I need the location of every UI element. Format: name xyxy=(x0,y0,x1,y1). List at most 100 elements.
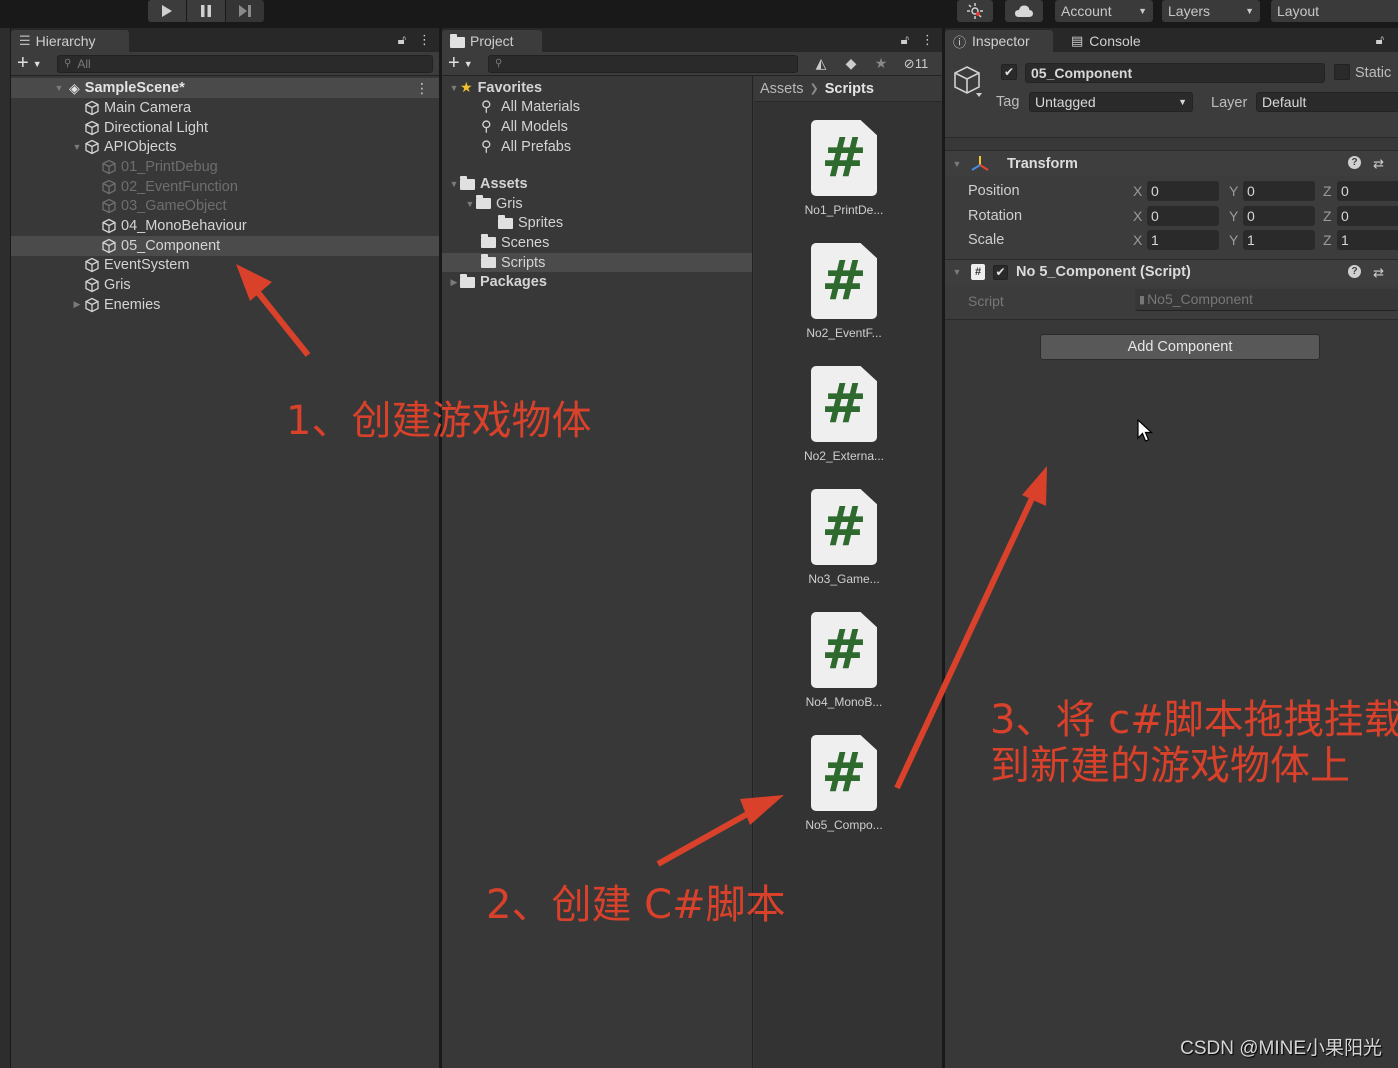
hierarchy-item[interactable]: Main Camera xyxy=(11,98,439,118)
script-asset[interactable]: # No2_Externa... xyxy=(789,366,899,463)
scene-row[interactable]: ▼ ◈ SampleScene* ⋮ xyxy=(11,78,439,98)
step-button[interactable] xyxy=(226,0,264,22)
breadcrumb-item[interactable]: Assets xyxy=(760,81,804,97)
transform-header[interactable]: ▼ Transform ? ⇄ xyxy=(945,150,1398,176)
transform-x-field[interactable]: 1 xyxy=(1147,230,1219,250)
hierarchy-item[interactable]: 02_EventFunction xyxy=(11,177,439,197)
lock-icon[interactable]: 🔓︎ xyxy=(398,32,406,48)
hierarchy-item-label: 03_GameObject xyxy=(121,198,227,215)
transform-y-field[interactable]: 0 xyxy=(1243,205,1315,226)
axis-label-z[interactable]: Z xyxy=(1323,232,1332,248)
foldout-expanded-icon[interactable]: ▼ xyxy=(53,83,65,93)
lock-icon[interactable]: 🔓︎ xyxy=(901,32,909,48)
create-button[interactable]: + ▼ xyxy=(17,52,57,75)
hierarchy-item[interactable]: 04_MonoBehaviour xyxy=(11,216,439,236)
static-checkbox[interactable] xyxy=(1334,64,1350,80)
tag-dropdown[interactable]: Untagged ▼ xyxy=(1029,92,1193,112)
hierarchy-item[interactable]: ▶ Enemies xyxy=(11,295,439,315)
script-asset[interactable]: # No1_PrintDe... xyxy=(789,120,899,217)
assets-folder-row[interactable]: ▼ Assets xyxy=(442,174,752,194)
hierarchy-item[interactable]: 05_Component xyxy=(11,235,439,256)
script-asset[interactable]: # No5_Compo... xyxy=(789,735,899,832)
hierarchy-item[interactable]: 03_GameObject xyxy=(11,196,439,216)
foldout-collapsed-icon[interactable]: ▶ xyxy=(71,299,83,310)
kebab-menu-icon[interactable]: ⋮ xyxy=(415,80,429,97)
transform-y-field[interactable]: 1 xyxy=(1243,230,1315,250)
tab-console[interactable]: ▤ Console xyxy=(1063,30,1163,52)
gris-folder-row[interactable]: ▼ Gris xyxy=(442,194,752,214)
layers-dropdown[interactable]: Layers ▼ xyxy=(1162,0,1260,22)
play-button[interactable] xyxy=(148,0,186,22)
hierarchy-item[interactable]: Directional Light xyxy=(11,118,439,138)
foldout-expanded-icon[interactable]: ▼ xyxy=(448,83,460,93)
tab-hierarchy[interactable]: ☰ Hierarchy xyxy=(11,30,129,52)
kebab-menu-icon[interactable]: ⋮ xyxy=(921,32,934,48)
scripts-folder-row[interactable]: Scripts xyxy=(442,252,752,273)
foldout-expanded-icon[interactable]: ▼ xyxy=(951,267,963,277)
foldout-expanded-icon[interactable]: ▼ xyxy=(71,142,83,152)
account-dropdown[interactable]: Account ▼ xyxy=(1055,0,1153,22)
hierarchy-item[interactable]: Gris xyxy=(11,275,439,295)
preset-settings-icon[interactable]: ⇄ xyxy=(1373,156,1384,172)
favorite-search-item[interactable]: ⚲ All Prefabs xyxy=(442,137,752,157)
script-asset[interactable]: # No4_MonoB... xyxy=(789,612,899,709)
add-component-button[interactable]: Add Component xyxy=(1040,333,1320,360)
help-icon[interactable]: ? xyxy=(1348,264,1362,278)
script-asset[interactable]: # No3_Game... xyxy=(789,489,899,586)
hierarchy-item[interactable]: EventSystem xyxy=(11,256,439,276)
hierarchy-item[interactable]: ▼ APIObjects xyxy=(11,137,439,157)
component-enabled-checkbox[interactable]: ✔ xyxy=(993,264,1008,280)
transform-z-field[interactable]: 1 xyxy=(1337,230,1398,250)
script-component-header[interactable]: ▼ # ✔ No 5_Component (Script) ? ⇄ xyxy=(945,258,1398,285)
object-name-input[interactable]: 05_Component xyxy=(1025,63,1325,83)
lock-icon[interactable]: 🔓︎ xyxy=(1376,32,1384,48)
breadcrumb-current[interactable]: Scripts xyxy=(825,81,874,97)
filter-by-type-icon[interactable]: ◭ xyxy=(806,55,836,72)
preset-settings-icon[interactable]: ⇄ xyxy=(1373,265,1384,281)
gameobject-cube-icon xyxy=(100,159,118,175)
transform-z-field[interactable]: 0 xyxy=(1337,205,1398,226)
scenes-folder-row[interactable]: Scenes xyxy=(442,233,752,253)
pause-button[interactable] xyxy=(187,0,225,22)
transform-y-field[interactable]: 0 xyxy=(1243,181,1315,201)
transform-z-field[interactable]: 0 xyxy=(1337,181,1398,201)
axis-label-y[interactable]: Y xyxy=(1229,183,1238,199)
foldout-collapsed-icon[interactable]: ▶ xyxy=(448,277,460,288)
favorite-label: All Materials xyxy=(501,99,580,116)
packages-folder-row[interactable]: ▶ Packages xyxy=(442,272,752,292)
layer-dropdown[interactable]: Default xyxy=(1256,92,1398,112)
tab-inspector[interactable]: ⓘ Inspector xyxy=(945,30,1053,52)
collab-button[interactable] xyxy=(957,0,993,22)
hidden-packages-toggle[interactable]: ⊘11 xyxy=(896,56,936,72)
axis-label-y[interactable]: Y xyxy=(1229,208,1238,224)
foldout-expanded-icon[interactable]: ▼ xyxy=(448,179,460,189)
axis-label-x[interactable]: X xyxy=(1133,183,1142,199)
hierarchy-search-input[interactable]: ⚲ All xyxy=(57,54,433,73)
axis-label-z[interactable]: Z xyxy=(1323,183,1332,199)
axis-label-x[interactable]: X xyxy=(1133,208,1142,224)
favorite-star-icon[interactable]: ★ xyxy=(866,55,896,72)
axis-label-z[interactable]: Z xyxy=(1323,208,1332,224)
favorites-row[interactable]: ▼ ★ Favorites xyxy=(442,78,752,98)
axis-label-y[interactable]: Y xyxy=(1229,232,1238,248)
favorite-search-item[interactable]: ⚲ All Models xyxy=(442,117,752,137)
create-button[interactable]: + ▼ xyxy=(448,52,488,75)
script-object-field[interactable]: ▮ No5_Component xyxy=(1135,288,1398,311)
script-asset[interactable]: # No2_EventF... xyxy=(789,243,899,340)
filter-by-label-icon[interactable]: ◆ xyxy=(836,55,866,72)
foldout-expanded-icon[interactable]: ▼ xyxy=(464,199,476,209)
favorite-search-item[interactable]: ⚲ All Materials xyxy=(442,98,752,118)
layout-dropdown[interactable]: Layout xyxy=(1271,0,1398,22)
help-icon[interactable]: ? xyxy=(1348,156,1362,169)
foldout-expanded-icon[interactable]: ▼ xyxy=(951,159,963,169)
sprites-folder-row[interactable]: Sprites xyxy=(442,214,752,234)
axis-label-x[interactable]: X xyxy=(1133,232,1142,248)
transform-x-field[interactable]: 0 xyxy=(1147,181,1219,201)
transform-x-field[interactable]: 0 xyxy=(1147,205,1219,226)
cloud-button[interactable] xyxy=(1005,0,1043,22)
kebab-menu-icon[interactable]: ⋮ xyxy=(418,32,431,48)
project-search-input[interactable]: ⚲ xyxy=(488,54,798,73)
active-checkbox[interactable]: ✔ xyxy=(1001,64,1017,80)
hierarchy-item[interactable]: 01_PrintDebug xyxy=(11,157,439,177)
tab-project[interactable]: Project xyxy=(442,30,542,52)
